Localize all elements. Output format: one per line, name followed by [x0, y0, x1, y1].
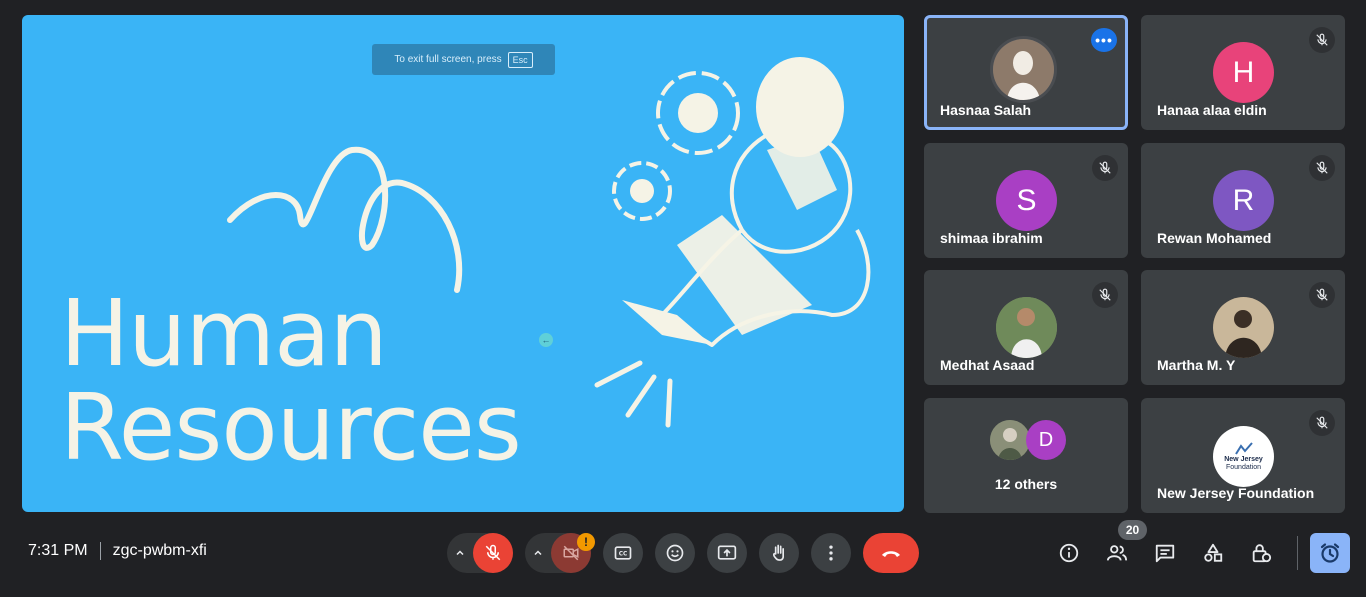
mic-control-group: [447, 533, 513, 573]
mic-off-icon: [1092, 155, 1118, 181]
activities-icon: [1204, 543, 1223, 562]
person-photo-icon: [993, 39, 1054, 100]
avatar: H: [1213, 42, 1274, 103]
participant-name: Hanaa alaa eldin: [1157, 102, 1267, 118]
chat-button[interactable]: [1149, 537, 1181, 569]
avatar: R: [1213, 170, 1274, 231]
present-button[interactable]: [707, 533, 747, 573]
camera-warning-badge: !: [577, 533, 595, 551]
meeting-info-button[interactable]: [1053, 537, 1085, 569]
activities-button[interactable]: [1197, 537, 1229, 569]
toolbar-divider: [1297, 536, 1298, 570]
avatar: D: [1026, 420, 1066, 460]
reactions-button[interactable]: [655, 533, 695, 573]
timer-button[interactable]: [1310, 533, 1350, 573]
video-options-chevron-up-icon[interactable]: [525, 547, 551, 559]
others-tile[interactable]: D 12 others: [924, 398, 1128, 513]
more-options-button[interactable]: [811, 533, 851, 573]
videocam-off-icon: [563, 545, 579, 561]
participant-name: Hasnaa Salah: [940, 102, 1032, 118]
person-photo-icon: [1213, 297, 1274, 358]
participant-name: shimaa ibrahim: [940, 230, 1043, 246]
emoji-icon: [666, 544, 684, 562]
person-photo-icon: [990, 420, 1030, 460]
info-icon: [1059, 543, 1079, 563]
avatar: [990, 36, 1057, 103]
participant-name: New Jersey Foundation: [1157, 485, 1315, 501]
divider: [99, 542, 101, 560]
avatar: [996, 297, 1057, 358]
meeting-time: 7:31 PM: [28, 542, 88, 559]
raise-hand-button[interactable]: [759, 533, 799, 573]
avatar: S: [996, 170, 1057, 231]
closed-caption-icon: CC: [614, 546, 632, 560]
participant-tile[interactable]: ••• Hasnaa Salah: [924, 15, 1128, 130]
captions-button[interactable]: CC: [603, 533, 643, 573]
participant-name: Medhat Asaad: [940, 357, 1035, 373]
present-screen-icon: [717, 545, 737, 560]
logo-text: New Jersey: [1224, 455, 1263, 463]
people-button[interactable]: [1101, 537, 1133, 569]
slide-title: Human Resources: [60, 280, 522, 481]
people-count-badge: 20: [1118, 520, 1147, 540]
more-vert-icon: [829, 545, 833, 561]
mic-off-icon: [1309, 410, 1335, 436]
participant-tile[interactable]: Medhat Asaad: [924, 270, 1128, 385]
mic-off-icon: [485, 544, 501, 561]
host-controls-button[interactable]: [1245, 537, 1277, 569]
chat-icon: [1155, 544, 1175, 563]
others-count-label: 12 others: [994, 476, 1058, 492]
mic-off-icon: [1309, 27, 1335, 53]
raise-hand-icon: [772, 544, 784, 561]
people-icon: [1106, 545, 1128, 561]
participant-tile[interactable]: R Rewan Mohamed: [1141, 143, 1345, 258]
meeting-details: 7:31 PM zgc-pwbm-xfi: [28, 542, 207, 560]
presentation-stage: To exit full screen, press Esc Human Res…: [22, 15, 904, 512]
exit-hint-text: To exit full screen, press: [394, 54, 502, 65]
participant-name: Rewan Mohamed: [1157, 230, 1272, 246]
call-end-icon: [882, 551, 900, 557]
mic-off-icon: [1092, 282, 1118, 308]
participant-tile[interactable]: S shimaa ibrahim: [924, 143, 1128, 258]
lock-person-icon: [1252, 544, 1272, 563]
pointer-cursor-icon: ←: [539, 333, 553, 347]
avatar: [1213, 297, 1274, 358]
meeting-code: zgc-pwbm-xfi: [112, 542, 207, 559]
mic-off-icon: [1309, 155, 1335, 181]
mic-off-icon: [1309, 282, 1335, 308]
more-options-icon[interactable]: •••: [1091, 28, 1117, 52]
person-photo-icon: [996, 297, 1057, 358]
esc-key-label: Esc: [507, 51, 533, 68]
avatar: [990, 420, 1030, 460]
mic-toggle-button[interactable]: [473, 533, 513, 573]
svg-text:CC: CC: [619, 552, 628, 558]
foundation-logo-icon: [1234, 441, 1253, 455]
exit-fullscreen-hint: To exit full screen, press Esc: [372, 44, 555, 75]
slide-title-line2: Resources: [60, 374, 522, 481]
alarm-icon: [1320, 543, 1340, 563]
slide-title-line1: Human: [60, 280, 388, 387]
avatar: New Jersey Foundation: [1213, 426, 1274, 487]
participant-tile[interactable]: New Jersey Foundation New Jersey Foundat…: [1141, 398, 1345, 513]
participant-tile[interactable]: H Hanaa alaa eldin: [1141, 15, 1345, 130]
participant-name: Martha M. Y: [1157, 357, 1236, 373]
leave-call-button[interactable]: [863, 533, 919, 573]
participant-tile[interactable]: Martha M. Y: [1141, 270, 1345, 385]
audio-options-chevron-up-icon[interactable]: [447, 547, 473, 559]
logo-subtext: Foundation: [1225, 463, 1262, 471]
